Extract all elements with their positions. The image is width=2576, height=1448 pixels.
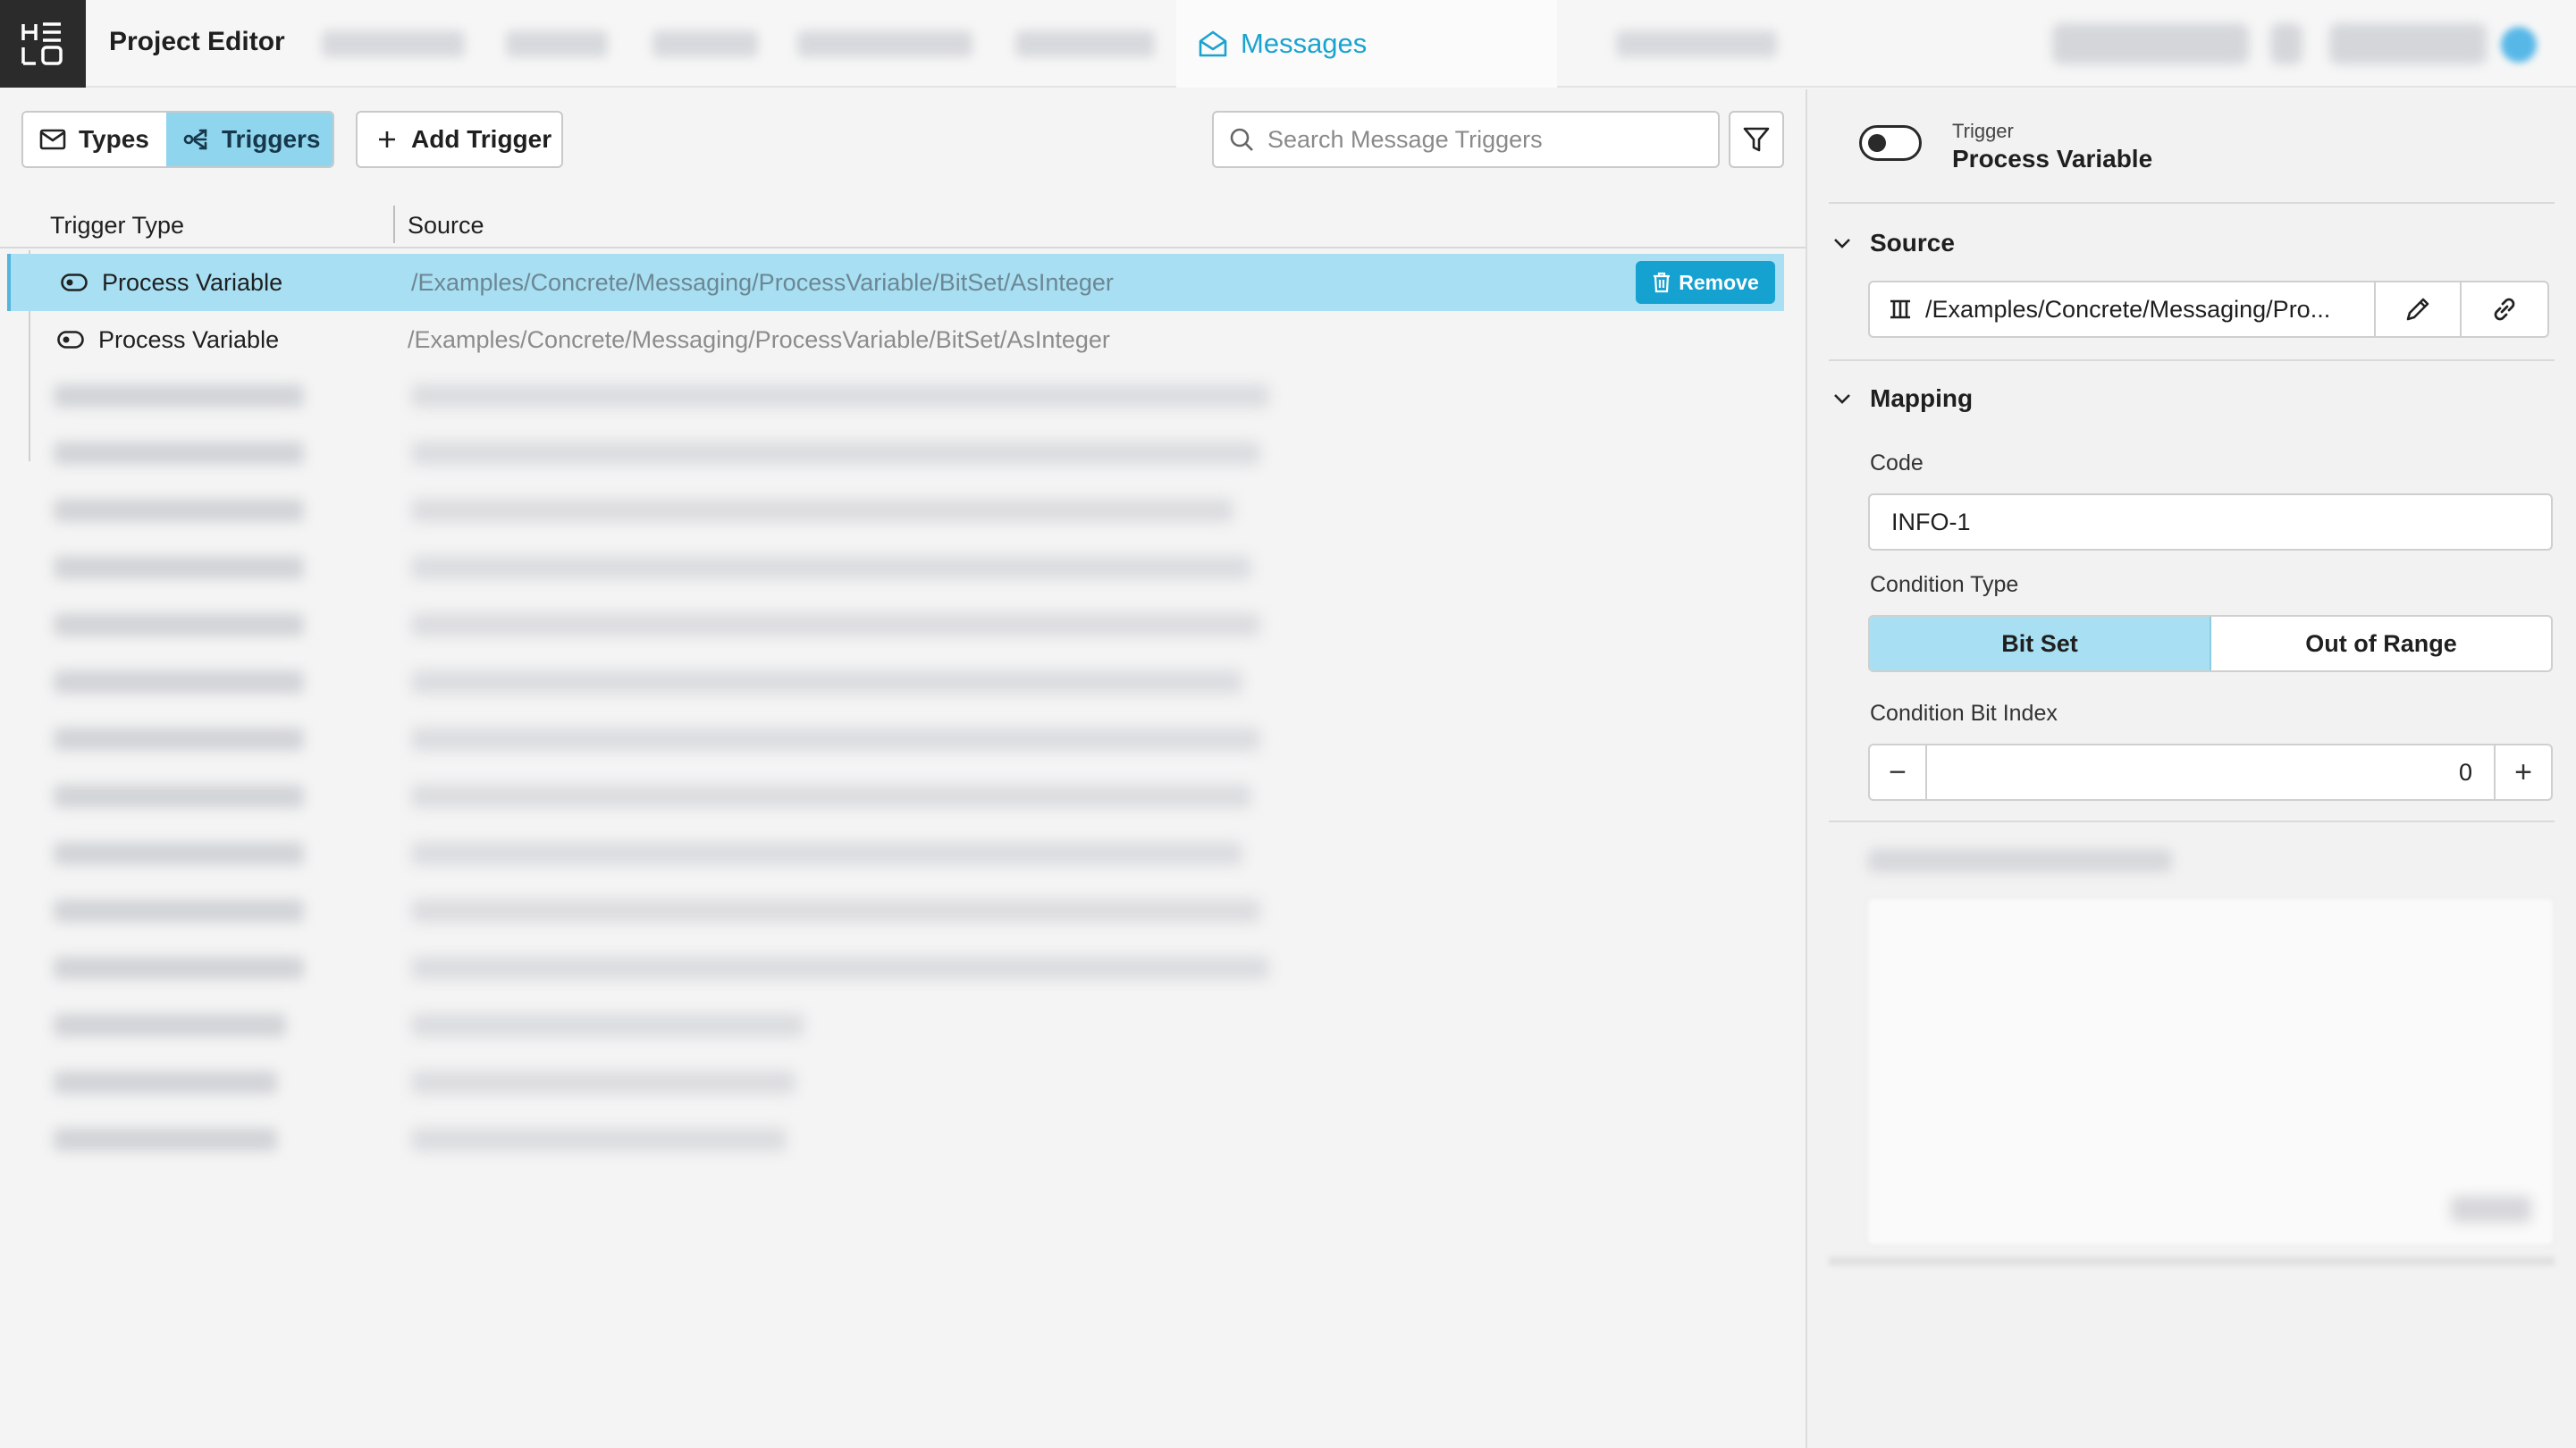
source-path[interactable]: /Examples/Concrete/Messaging/Pro...: [1870, 282, 2376, 336]
triggers-button[interactable]: Triggers: [166, 113, 333, 166]
area-controls-blurred[interactable]: [2451, 1196, 2531, 1223]
trigger-name: Process Variable: [1952, 145, 2153, 173]
source-section-title: Source: [1870, 229, 1955, 257]
remove-button[interactable]: Remove: [1636, 261, 1775, 304]
condition-option-out-of-range[interactable]: Out of Range: [2211, 617, 2551, 670]
text-area-blurred[interactable]: [1866, 897, 2555, 1246]
tab-messages-label: Messages: [1241, 28, 1368, 59]
trash-icon: [1654, 272, 1671, 293]
table-row[interactable]: Process Variable /Examples/Concrete/Mess…: [7, 254, 1784, 311]
divider-blurred: [1829, 1257, 2555, 1266]
divider: [1829, 821, 2555, 822]
variable-icon: [1890, 299, 1910, 319]
trigger-type-cell: Process Variable: [61, 269, 282, 297]
envelope-icon: [39, 129, 66, 150]
link-icon: [2494, 298, 2515, 321]
source-path-text: /Examples/Concrete/Messaging/Pro...: [1925, 295, 2331, 323]
mapping-section-header[interactable]: Mapping: [1832, 384, 1973, 413]
nav-tab-blurred[interactable]: [652, 30, 758, 57]
remove-label: Remove: [1679, 270, 1759, 294]
nav-tab-blurred[interactable]: [506, 30, 608, 57]
types-triggers-switch: Types Triggers: [21, 111, 334, 168]
types-button[interactable]: Types: [23, 113, 166, 166]
types-label: Types: [79, 125, 149, 153]
pencil-icon: [2406, 298, 2429, 321]
divider: [1829, 359, 2555, 361]
toolbar-item-blurred[interactable]: [2270, 23, 2302, 64]
divider: [1829, 202, 2555, 204]
trigger-type-cell: Process Variable: [57, 326, 279, 354]
chevron-down-icon: [1834, 394, 1850, 404]
column-divider[interactable]: [393, 206, 395, 243]
table-row[interactable]: Process Variable /Examples/Concrete/Mess…: [7, 311, 1784, 368]
edit-source-button[interactable]: [2376, 282, 2462, 336]
nav-tab-blurred[interactable]: [1015, 30, 1155, 57]
search-input[interactable]: [1267, 125, 1696, 154]
add-trigger-label: Add Trigger: [411, 125, 552, 153]
mapping-section-title: Mapping: [1870, 384, 1974, 412]
helo-logo[interactable]: [0, 0, 86, 88]
condition-type-switch: Bit Set Out of Range: [1868, 615, 2553, 672]
toolbar-item-blurred[interactable]: [2052, 23, 2249, 64]
search-box: [1212, 111, 1720, 168]
plus-icon: [379, 131, 395, 147]
triggers-panel: Types Triggers Add Trigger Search Messag…: [0, 89, 1806, 1448]
chevron-down-icon: [1834, 239, 1850, 248]
condition-option-bit-set[interactable]: Bit Set: [1870, 617, 2211, 670]
source-cell: /Examples/Concrete/Messaging/ProcessVari…: [411, 268, 1114, 296]
trigger-icon: [183, 129, 207, 150]
triggers-label: Triggers: [222, 125, 321, 153]
column-header-source[interactable]: Source: [408, 204, 484, 247]
bit-index-stepper: − 0 +: [1868, 744, 2553, 801]
trigger-detail-panel: Trigger Process Variable Source /Example…: [1806, 89, 2576, 1448]
decrement-button[interactable]: −: [1870, 745, 1927, 799]
toggle-icon: [57, 331, 84, 349]
user-avatar[interactable]: [2501, 27, 2537, 63]
bit-index-value[interactable]: 0: [1927, 745, 2494, 799]
source-cell: /Examples/Concrete/Messaging/ProcessVari…: [408, 325, 1110, 353]
search-icon: [1230, 128, 1253, 151]
filter-icon: [1743, 127, 1770, 152]
nav-tab-blurred[interactable]: [797, 30, 972, 57]
top-bar: Project Editor Messages: [0, 0, 2576, 88]
section-title-blurred: [1868, 849, 2172, 872]
envelope-open-icon: [1199, 30, 1227, 57]
toolbar-item-blurred[interactable]: [2329, 23, 2487, 64]
filter-button[interactable]: [1729, 111, 1784, 168]
increment-button[interactable]: +: [2494, 745, 2551, 799]
column-header-trigger-type[interactable]: Trigger Type: [50, 204, 184, 247]
code-input[interactable]: [1868, 493, 2553, 551]
source-section-header[interactable]: Source: [1832, 229, 1955, 257]
link-source-button[interactable]: [2462, 282, 2547, 336]
trigger-type-label: Process Variable: [98, 325, 280, 353]
nav-tab-blurred[interactable]: [1616, 30, 1777, 57]
source-field: /Examples/Concrete/Messaging/Pro...: [1868, 281, 2549, 338]
logo-icon: [21, 22, 63, 65]
trigger-enable-toggle[interactable]: [1859, 125, 1922, 161]
condition-bit-index-label: Condition Bit Index: [1870, 701, 2058, 726]
nav-tab-blurred[interactable]: [322, 30, 465, 57]
header-divider: [0, 247, 1806, 248]
code-label: Code: [1870, 450, 1924, 476]
condition-type-label: Condition Type: [1870, 572, 2019, 597]
trigger-type-label: Process Variable: [102, 268, 283, 296]
tab-messages[interactable]: Messages: [1176, 0, 1557, 88]
toggle-icon: [61, 274, 88, 291]
app-title: Project Editor: [109, 27, 285, 56]
trigger-caption: Trigger: [1952, 120, 2014, 142]
add-trigger-button[interactable]: Add Trigger: [356, 111, 563, 168]
